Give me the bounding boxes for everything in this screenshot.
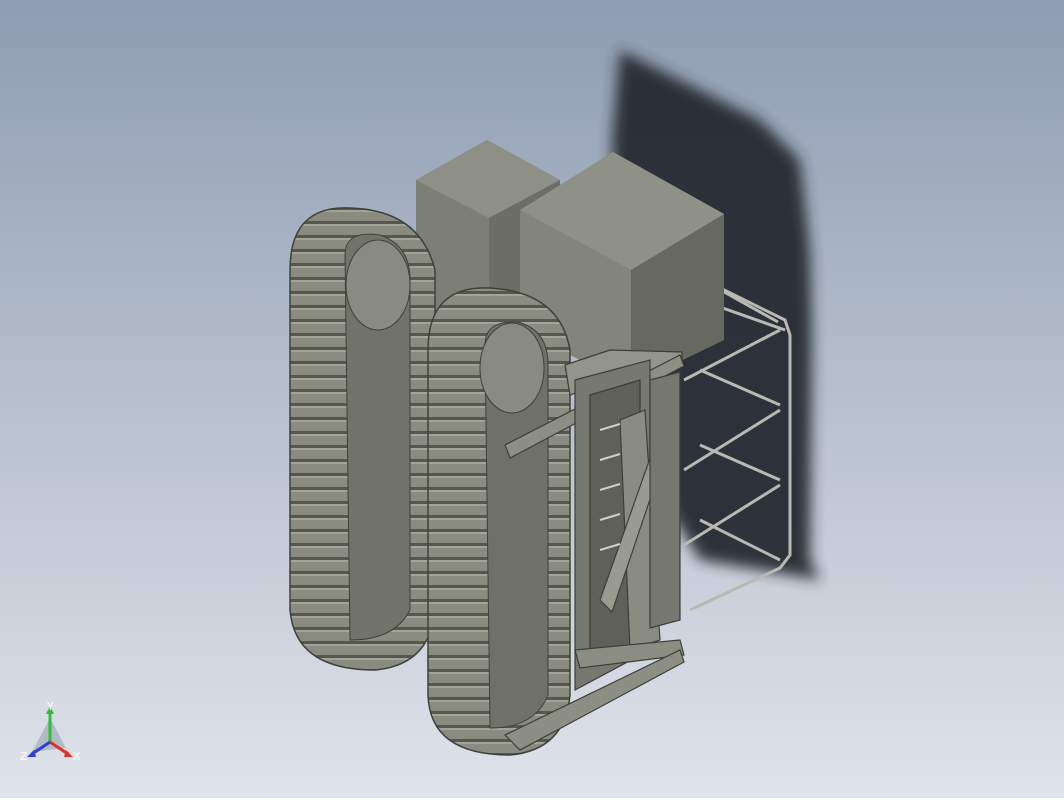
cad-viewport[interactable] bbox=[0, 0, 1064, 798]
z-axis-label: Z bbox=[20, 750, 28, 763]
axis-triad: Y X Z bbox=[20, 700, 81, 763]
model-scene[interactable] bbox=[0, 0, 1064, 798]
x-axis-label: X bbox=[73, 750, 81, 763]
left-track bbox=[289, 207, 436, 671]
y-axis-label: Y bbox=[46, 700, 54, 713]
right-track bbox=[427, 287, 571, 756]
